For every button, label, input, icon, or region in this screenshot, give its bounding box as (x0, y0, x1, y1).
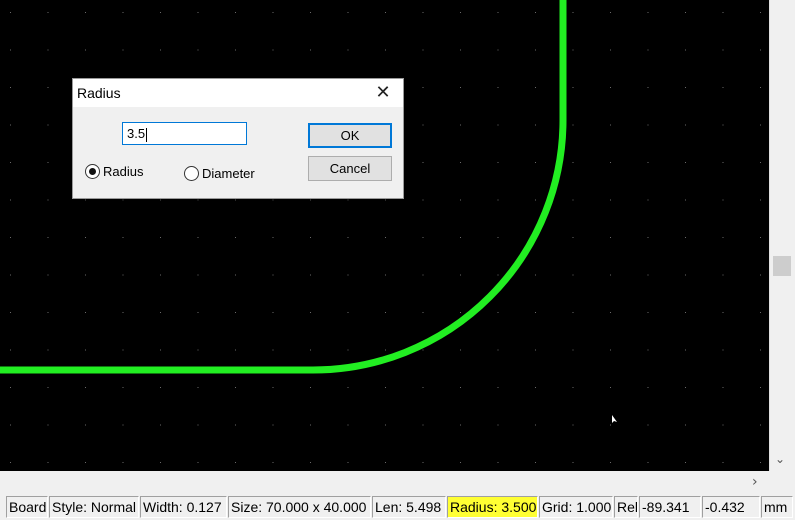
cancel-button[interactable]: Cancel (308, 156, 392, 181)
radio-selected-icon (85, 164, 100, 179)
status-length: Len: 5.498 (372, 496, 446, 518)
vertical-scroll-thumb[interactable] (773, 256, 791, 276)
dialog-titlebar[interactable]: Radius ✕ (73, 79, 403, 107)
status-coord-x: -89.341 (639, 496, 701, 518)
horizontal-scrollbar[interactable]: › (0, 471, 769, 493)
status-layer: Board (6, 496, 48, 518)
radius-dialog: Radius ✕ 3.5 OK Cancel Radius Diameter (72, 78, 404, 199)
dialog-title: Radius (77, 85, 121, 101)
radio-unselected-icon (184, 166, 199, 181)
close-icon[interactable]: ✕ (370, 82, 396, 104)
chevron-down-icon[interactable]: ⌄ (775, 452, 785, 466)
board-canvas[interactable] (0, 0, 769, 471)
vertical-scrollbar[interactable]: ⌄ (769, 0, 795, 471)
mouse-cursor (612, 415, 617, 423)
status-coord-y: -0.432 (702, 496, 760, 518)
board-drawing (0, 0, 761, 463)
chevron-right-icon[interactable]: › (752, 474, 758, 490)
status-style: Style: Normal (49, 496, 139, 518)
status-radius: Radius: 3.500 (447, 496, 538, 518)
diameter-radio-label: Diameter (202, 166, 255, 181)
radius-input-value: 3.5 (127, 126, 146, 141)
status-units: mm (761, 496, 793, 518)
text-caret (146, 127, 148, 142)
status-bar: Board Style: Normal Width: 0.127 Size: 7… (0, 493, 795, 520)
status-size: Size: 70.000 x 40.000 (228, 496, 371, 518)
status-grid: Grid: 1.000 (539, 496, 613, 518)
status-relative: Rel (614, 496, 638, 518)
radius-input[interactable]: 3.5 (122, 122, 247, 145)
status-width: Width: 0.127 (140, 496, 227, 518)
scrollbar-corner (769, 471, 795, 493)
radius-radio-label: Radius (103, 164, 144, 179)
ok-button[interactable]: OK (308, 123, 392, 148)
